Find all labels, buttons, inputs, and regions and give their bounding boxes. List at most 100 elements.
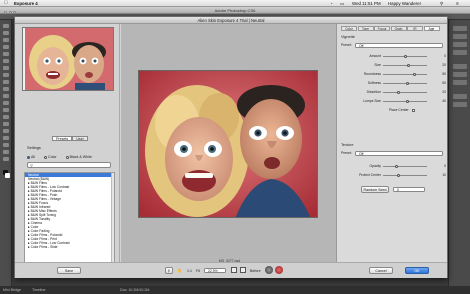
healing-tool-icon[interactable]	[3, 66, 9, 70]
panel-swatches-icon[interactable]	[453, 34, 467, 39]
photoshop-panel-dock	[448, 20, 470, 286]
slider-distortion[interactable]: Distortion 20	[341, 90, 447, 96]
fit-label[interactable]: Fit	[196, 269, 200, 273]
menubar-clock[interactable]: Wed 11:51 PM	[352, 0, 381, 7]
navigator-photo	[23, 28, 113, 90]
eraser-tool-icon[interactable]	[3, 94, 9, 98]
save-button[interactable]: Save	[57, 267, 81, 274]
app-menu-name[interactable]: Exposure 4	[14, 0, 38, 7]
panel-adjustments-icon[interactable]	[453, 42, 467, 47]
menubar-user[interactable]: Happy Wanderer	[388, 0, 421, 7]
mini-bridge-tab[interactable]: Mini Bridge	[3, 286, 21, 294]
zoom-tool-icon[interactable]: ⚲	[165, 267, 173, 274]
radio-color[interactable]: Color	[44, 155, 57, 159]
preset-list[interactable]: Neutral Neutral (B&W) ▸ B&W Films ▸ B&W …	[24, 172, 115, 268]
quick-select-tool-icon[interactable]	[3, 45, 9, 49]
photoshop-status-bar: Mini Bridge Timeline Doc: 10.2M/10.2M	[0, 286, 470, 294]
preset-item[interactable]: ▸ Color Films - Slide	[25, 245, 114, 249]
battery-icon[interactable]: ▭	[340, 0, 344, 7]
vignette-heading: Vignette	[341, 35, 355, 39]
tab-grain[interactable]: Grain	[390, 26, 407, 31]
panel-styles-icon[interactable]	[453, 50, 467, 55]
marquee-tool-icon[interactable]	[3, 31, 9, 35]
apple-icon[interactable]: 	[4, 0, 8, 7]
panel-properties-icon[interactable]	[453, 94, 467, 99]
adjustments-panel: Color Tone Focus Grain IR Age Vignette Preset…	[336, 24, 447, 262]
zoom-select[interactable]: 22.9%	[204, 268, 226, 273]
slider-roundness[interactable]: Roundness 50	[341, 72, 447, 78]
random-seed-input[interactable]: 0	[393, 187, 425, 192]
settings-label: Settings	[27, 146, 41, 150]
preset-list-scrollbar[interactable]	[111, 173, 114, 267]
brush-tool-icon[interactable]	[3, 73, 9, 77]
place-center-checkbox[interactable]	[411, 108, 415, 112]
ok-button[interactable]: OK	[405, 267, 429, 274]
eyedropper-tool-icon[interactable]	[3, 59, 9, 63]
place-center-label: Place Center	[389, 108, 409, 112]
search-icon: ⚲	[30, 163, 33, 168]
slider-opacity[interactable]: Opacity 0	[341, 164, 447, 170]
preset-search-input[interactable]: ⚲	[27, 162, 111, 168]
photoshop-toolbox	[0, 20, 12, 286]
wifi-icon[interactable]: ◔	[330, 0, 333, 7]
tab-presets[interactable]: Presets	[52, 136, 73, 141]
zoom-ratio[interactable]: 1:1	[187, 269, 192, 273]
tab-color[interactable]: Color	[341, 26, 357, 31]
preview-area[interactable]: _MG_0277.psd	[121, 24, 336, 263]
vignette-preset-select[interactable]: Off	[355, 43, 443, 48]
menu-list-icon[interactable]: ≡	[456, 0, 459, 7]
shape-tool-icon[interactable]	[3, 143, 9, 147]
vignette-preset-label: Preset:	[341, 43, 352, 47]
zoom-tool-icon[interactable]	[3, 157, 9, 161]
tab-tone[interactable]: Tone	[357, 26, 374, 31]
tab-ir[interactable]: IR	[407, 26, 423, 31]
hand-icon[interactable]: ✋	[177, 268, 182, 273]
dialog-title: Alien Skin Exposure 4 Trial | Neutral	[197, 18, 265, 23]
navigator-thumbnail[interactable]	[22, 27, 114, 91]
crop-tool-icon[interactable]	[3, 52, 9, 56]
dodge-tool-icon[interactable]	[3, 115, 9, 119]
adjustment-tabs: Color Tone Focus Grain IR Age	[341, 26, 440, 31]
panel-history-icon[interactable]	[453, 26, 467, 31]
history-brush-tool-icon[interactable]	[3, 87, 9, 91]
cancel-button[interactable]: Cancel	[369, 267, 393, 274]
place-center-row[interactable]: Place Center	[389, 108, 445, 114]
path-select-tool-icon[interactable]	[3, 136, 9, 140]
slider-softness[interactable]: Softness 50	[341, 81, 447, 87]
search-icon[interactable]: ⚲	[440, 0, 443, 7]
dialog-title-bar: Alien Skin Exposure 4 Trial | Neutral	[15, 17, 447, 24]
help-icon[interactable]	[275, 266, 283, 274]
panel-channels-icon[interactable]	[453, 72, 467, 77]
before-label[interactable]: Before	[250, 269, 261, 273]
tab-focus[interactable]: Focus	[374, 26, 390, 31]
move-tool-icon[interactable]	[3, 24, 9, 28]
panel-paths-icon[interactable]	[453, 80, 467, 85]
gradient-tool-icon[interactable]	[3, 101, 9, 105]
radio-all[interactable]: All	[27, 155, 35, 159]
tab-age[interactable]: Age	[423, 26, 440, 31]
panel-info-icon[interactable]	[453, 102, 467, 107]
slider-lumps-size[interactable]: Lumps Size 40	[341, 99, 447, 105]
blur-tool-icon[interactable]	[3, 108, 9, 112]
side-by-side-icon[interactable]	[240, 267, 246, 273]
pen-tool-icon[interactable]	[3, 122, 9, 126]
stamp-tool-icon[interactable]	[3, 80, 9, 84]
slider-amount[interactable]: Amount 0	[341, 54, 447, 60]
random-seed-button[interactable]: Random Seed	[361, 186, 389, 193]
hand-tool-icon[interactable]	[3, 150, 9, 154]
type-tool-icon[interactable]	[3, 129, 9, 133]
slider-protect-center[interactable]: Protect Center 10	[341, 173, 447, 179]
timeline-tab[interactable]: Timeline	[32, 286, 45, 294]
background-color-swatch[interactable]	[5, 173, 10, 178]
slider-size[interactable]: Size 20	[341, 63, 447, 69]
texture-preset-select[interactable]: Off	[355, 151, 443, 156]
split-view-icon[interactable]	[231, 267, 237, 273]
panel-layers-icon[interactable]	[453, 64, 467, 69]
tab-user[interactable]: User	[72, 136, 88, 141]
vignette-preset-row: Preset: Off	[341, 43, 445, 49]
radio-black-white[interactable]: Black & White	[65, 155, 92, 159]
dialog-bottom-bar: Save ⚲ ✋ 1:1 Fit 22.9% Before Cancel OK	[15, 262, 447, 278]
preview-image[interactable]	[138, 70, 318, 218]
exposure-logo-icon[interactable]	[265, 266, 273, 274]
lasso-tool-icon[interactable]	[3, 38, 9, 42]
